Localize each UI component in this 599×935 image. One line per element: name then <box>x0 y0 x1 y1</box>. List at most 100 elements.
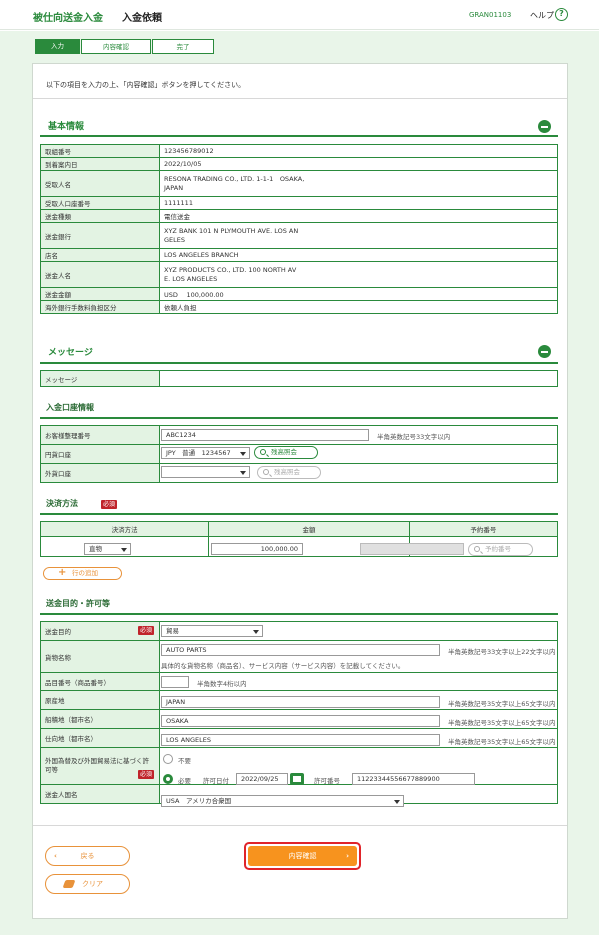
section-settlement-title: 決済方法 <box>46 499 78 508</box>
section-line <box>40 362 558 364</box>
page-title: 入金依頼 <box>122 13 162 24</box>
intro-text: 以下の項目を入力の上、「内容確認」ボタンを押してください。 <box>46 81 246 89</box>
goods-label: 貨物名称 <box>40 640 160 673</box>
chevron-down-icon <box>253 630 259 634</box>
basic-label: 送金銀行 <box>40 222 160 249</box>
message-value <box>159 370 558 387</box>
confirm-button-inner: 内容確認 › <box>248 846 357 866</box>
calendar-icon[interactable] <box>290 773 304 785</box>
section-purpose-title: 送金目的・許可等 <box>46 599 110 608</box>
basic-label: 受取人名 <box>40 170 160 197</box>
basic-value: RESONA TRADING CO., LTD. 1-1-1 OSAKA, JA… <box>159 170 558 197</box>
permit-yes-radio[interactable] <box>163 774 173 784</box>
permit-none-radio[interactable] <box>163 754 173 764</box>
fx-label: 外貨口座 <box>40 463 160 483</box>
ship-input[interactable]: OSAKA <box>161 715 440 727</box>
basic-value: 2022/10/05 <box>159 157 558 171</box>
app-title: 被仕向送金入金 <box>33 13 103 24</box>
balance-inquiry-button[interactable]: 残高照会 <box>254 446 318 459</box>
origin-note: 半角英数記号35文字以上65文字以内 <box>448 700 556 708</box>
search-icon <box>260 449 266 455</box>
plus-icon: + <box>58 567 67 578</box>
basic-label: 海外銀行手数料負担区分 <box>40 300 160 314</box>
permit-none-label: 不要 <box>178 757 191 765</box>
ship-note: 半角英数記号35文字以上65文字以内 <box>448 719 556 727</box>
balance-inquiry-label: 残高照会 <box>271 448 297 456</box>
rate-no-label: 予約番号 <box>485 545 511 553</box>
back-label: 戻る <box>80 852 95 860</box>
chevron-down-icon <box>121 548 127 552</box>
dest-input[interactable]: LOS ANGELES <box>161 734 440 746</box>
permit-no-input[interactable]: 11223344556677889900 <box>352 773 475 785</box>
required-badge: 必須 <box>138 626 155 635</box>
section-line <box>40 417 558 419</box>
help-icon[interactable]: ? <box>555 8 568 21</box>
origin-input[interactable]: JAPAN <box>161 696 440 708</box>
yen-account-value: JPY 普通 1234567 <box>166 449 231 457</box>
hs-note: 半角数字4桁以内 <box>197 680 247 688</box>
help-link[interactable]: ヘルプ <box>530 10 554 21</box>
collapse-icon[interactable] <box>538 120 551 133</box>
permit-date-input[interactable]: 2022/09/25 <box>236 773 288 785</box>
section-line <box>40 613 558 615</box>
settlement-header-amount: 金額 <box>208 521 410 537</box>
goods-input[interactable]: AUTO PARTS <box>161 644 440 656</box>
permit-no-label: 許可番号 <box>314 777 340 785</box>
basic-value: LOS ANGELES BRANCH <box>159 248 558 262</box>
basic-value: 1111111 <box>159 196 558 210</box>
settlement-method-value: 直物 <box>89 545 102 553</box>
hs-input[interactable] <box>161 676 189 688</box>
clear-button[interactable]: クリア <box>45 874 130 894</box>
message-table: メッセージ <box>40 370 558 387</box>
rate-no-button: 予約番号 <box>468 543 533 556</box>
add-row-button[interactable]: + 行の追加 <box>43 567 122 580</box>
basic-label: 送金種類 <box>40 209 160 223</box>
settlement-method-select[interactable]: 直物 <box>84 543 131 555</box>
section-line <box>40 135 558 137</box>
collapse-icon[interactable] <box>538 345 551 358</box>
yen-account-select[interactable]: JPY 普通 1234567 <box>161 447 250 459</box>
origin-label: 原産地 <box>40 690 160 710</box>
add-row-label: 行の追加 <box>72 569 98 577</box>
confirm-label: 内容確認 <box>288 852 317 860</box>
divider <box>33 98 567 99</box>
ship-label: 船積地（都市名） <box>40 709 160 729</box>
country-value: USA アメリカ合衆国 <box>166 797 232 805</box>
ref-note: 半角英数記号33文字以内 <box>377 433 451 441</box>
step-complete: 完了 <box>152 39 214 54</box>
search-icon <box>474 546 480 552</box>
message-label: メッセージ <box>40 370 160 387</box>
basic-label: 店名 <box>40 248 160 262</box>
balance-inquiry-button-disabled: 残高照会 <box>257 466 321 479</box>
settlement-header-rate: 予約番号 <box>408 521 559 537</box>
back-button[interactable]: ‹ 戻る <box>45 846 130 866</box>
section-basic-title: 基本情報 <box>48 122 85 132</box>
purpose-select[interactable]: 貿易 <box>161 625 263 637</box>
yen-label: 円貨口座 <box>40 444 160 464</box>
basic-value: USD 100,000.00 <box>159 287 558 301</box>
basic-value: 電信送金 <box>159 209 558 223</box>
ref-input[interactable]: ABC1234 <box>161 429 369 441</box>
hs-label: 品目番号（商品番号） <box>40 672 160 691</box>
balance-inquiry-label: 残高照会 <box>274 468 300 476</box>
confirm-button[interactable]: 内容確認 › <box>244 842 361 870</box>
settlement-header-method: 決済方法 <box>39 521 210 537</box>
country-select[interactable]: USA アメリカ合衆国 <box>161 795 404 807</box>
section-account-title: 入金口座情報 <box>46 403 94 412</box>
clear-label: クリア <box>82 880 103 888</box>
chevron-right-icon: › <box>346 852 349 860</box>
basic-value: 依頼人負担 <box>159 300 558 314</box>
required-badge: 必須 <box>138 770 155 779</box>
dest-note: 半角英数記号35文字以上65文字以内 <box>448 738 556 746</box>
chevron-down-icon <box>240 471 246 475</box>
basic-label: 送金金額 <box>40 287 160 301</box>
basic-label: 送金人名 <box>40 261 160 288</box>
purpose-value: 貿易 <box>166 627 179 635</box>
app-header: 被仕向送金入金 入金依頼 GRAN01103 ヘルプ ? <box>0 0 599 30</box>
basic-label: 受取人口座番号 <box>40 196 160 210</box>
fx-account-select[interactable] <box>161 466 250 478</box>
goods-note: 半角英数記号33文字以上22文字以内 <box>448 648 556 656</box>
ref-label: お客様整理番号 <box>40 425 160 445</box>
section-line <box>40 513 558 515</box>
amount-input[interactable]: 100,000.00 <box>211 543 303 555</box>
